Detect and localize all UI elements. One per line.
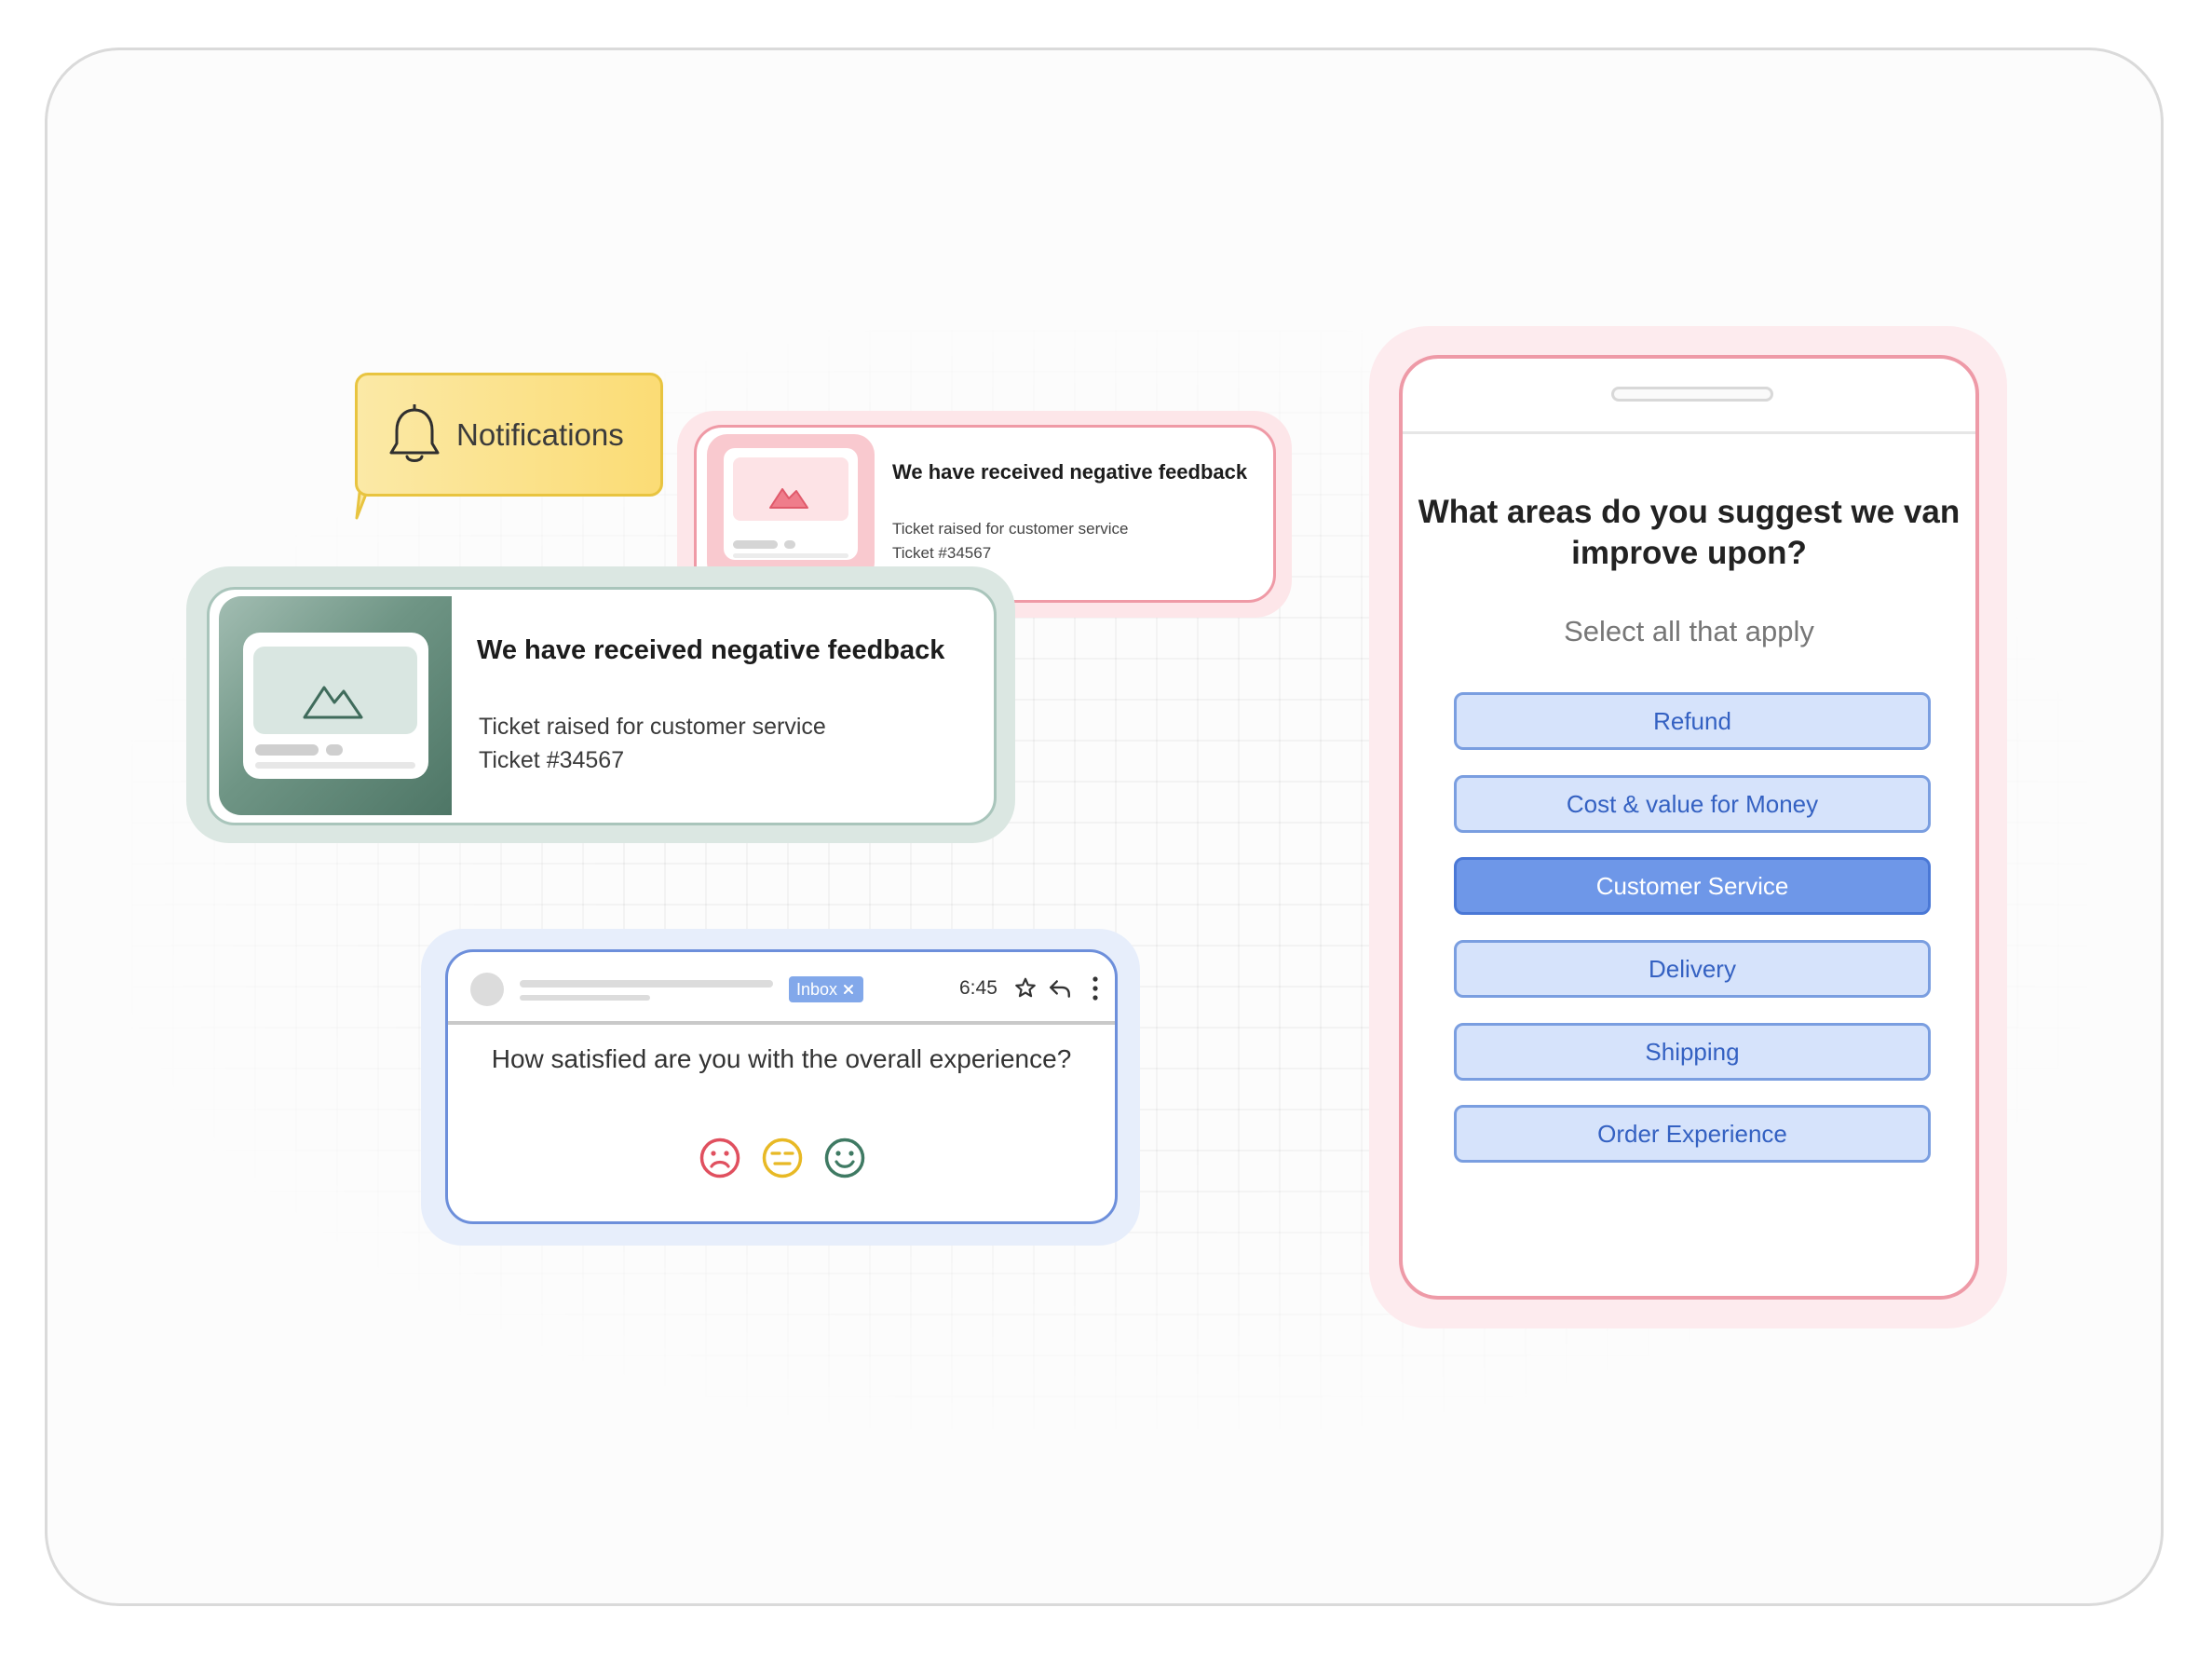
pink-thumb-dot [784, 540, 795, 549]
large-card-ticket: Ticket #34567 [479, 747, 625, 773]
email-question: How satisfied are you with the overall e… [491, 1044, 1072, 1073]
pink-thumb-line [733, 553, 848, 558]
mountain-image-icon [303, 686, 363, 719]
option-shipping[interactable]: Shipping [1454, 1023, 1931, 1081]
inbox-tag[interactable]: Inbox [789, 976, 863, 1002]
notifications-bubble[interactable]: Notifications [355, 373, 663, 497]
notifications-label: Notifications [456, 416, 624, 452]
option-delivery[interactable]: Delivery [1454, 940, 1931, 998]
green-thumb-bar [255, 744, 319, 756]
large-card-details: Ticket raised for customer service Ticke… [479, 710, 826, 777]
more-options-icon[interactable] [1090, 975, 1101, 1001]
small-card-details: Ticket raised for customer service Ticke… [892, 517, 1129, 565]
small-card-subtitle: Ticket raised for customer service [892, 520, 1129, 538]
pink-thumb-bar [733, 540, 778, 549]
sender-line [520, 980, 773, 988]
survey-question: What areas do you suggest we van improve… [1418, 494, 1961, 571]
green-thumb-line [255, 762, 415, 769]
sender-avatar [470, 973, 504, 1006]
email-time: 6:45 [959, 977, 997, 999]
close-icon[interactable] [843, 984, 854, 995]
green-thumbnail-image [253, 647, 417, 734]
subject-line [520, 995, 650, 1001]
mountain-image-icon [769, 488, 808, 509]
small-card-ticket: Ticket #34567 [892, 544, 992, 562]
small-card-title: We have received negative feedback [892, 460, 1248, 484]
reply-icon[interactable] [1048, 977, 1072, 1000]
option-refund[interactable]: Refund [1454, 692, 1931, 750]
large-card-subtitle: Ticket raised for customer service [479, 714, 826, 740]
option-customer-service[interactable]: Customer Service [1454, 857, 1931, 915]
inbox-tag-label: Inbox [796, 979, 838, 999]
neutral-face-icon[interactable] [762, 1138, 803, 1178]
green-thumb-dot [326, 744, 343, 756]
phone-divider [1403, 431, 1975, 434]
survey-instruction: Select all that apply [1564, 615, 1814, 647]
large-card-title: We have received negative feedback [477, 635, 945, 665]
star-icon[interactable] [1013, 976, 1038, 1001]
bell-icon [389, 403, 440, 462]
happy-face-icon[interactable] [824, 1138, 865, 1178]
sad-face-icon[interactable] [699, 1138, 740, 1178]
phone-notch [1611, 387, 1773, 402]
option-cost-value[interactable]: Cost & value for Money [1454, 775, 1931, 833]
option-order-experience[interactable]: Order Experience [1454, 1105, 1931, 1163]
pink-thumbnail-image [733, 457, 848, 521]
